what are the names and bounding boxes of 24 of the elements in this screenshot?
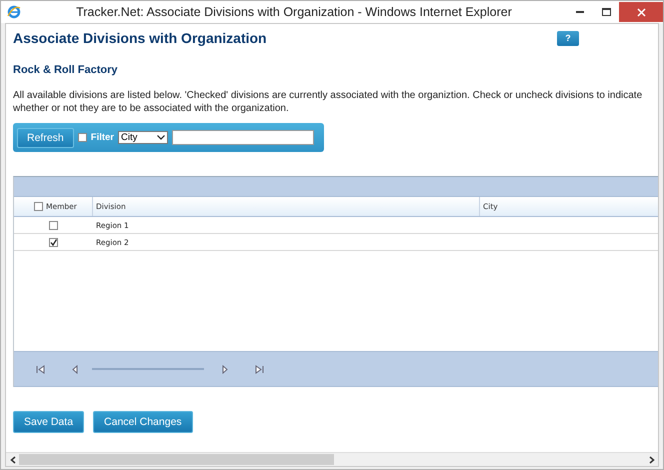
caret-icon[interactable] bbox=[157, 135, 165, 140]
scroll-right-icon[interactable] bbox=[648, 456, 654, 464]
last-page-icon[interactable] bbox=[255, 364, 264, 374]
window-title: Tracker.Net: Associate Divisions with Organization - Windows Internet Explorer bbox=[75, 5, 513, 19]
action-button[interactable]: Cancel Changes bbox=[93, 411, 193, 433]
horizontal-scrollbar[interactable] bbox=[6, 452, 658, 466]
page-heading: Associate Divisions with Organization bbox=[13, 30, 267, 46]
action-button[interactable]: Save Data bbox=[13, 411, 84, 433]
scroll-left-icon[interactable] bbox=[10, 456, 16, 464]
filter-label: Filter bbox=[90, 132, 114, 143]
first-page-icon[interactable] bbox=[36, 364, 45, 374]
checkbox[interactable] bbox=[78, 133, 87, 142]
filter-dropdown[interactable]: City bbox=[118, 131, 168, 144]
description-text: All available divisions are listed below. 'Checked' divisions are currently associated with the organiztion. Check or uncheck divisions to indicate whether or not they are to be associated with the organization. bbox=[13, 89, 644, 115]
browser-logo-icon bbox=[7, 5, 21, 19]
close-icon[interactable] bbox=[619, 2, 663, 22]
next-page-icon[interactable] bbox=[220, 364, 229, 374]
checkbox[interactable] bbox=[49, 220, 58, 230]
previous-page-icon[interactable] bbox=[71, 364, 80, 374]
filter-input[interactable] bbox=[172, 130, 314, 145]
checkbox[interactable] bbox=[49, 238, 58, 246]
refresh-button[interactable]: Refresh bbox=[17, 128, 74, 148]
organization-name: Rock & Roll Factory bbox=[13, 64, 119, 76]
checkbox[interactable] bbox=[34, 202, 43, 211]
